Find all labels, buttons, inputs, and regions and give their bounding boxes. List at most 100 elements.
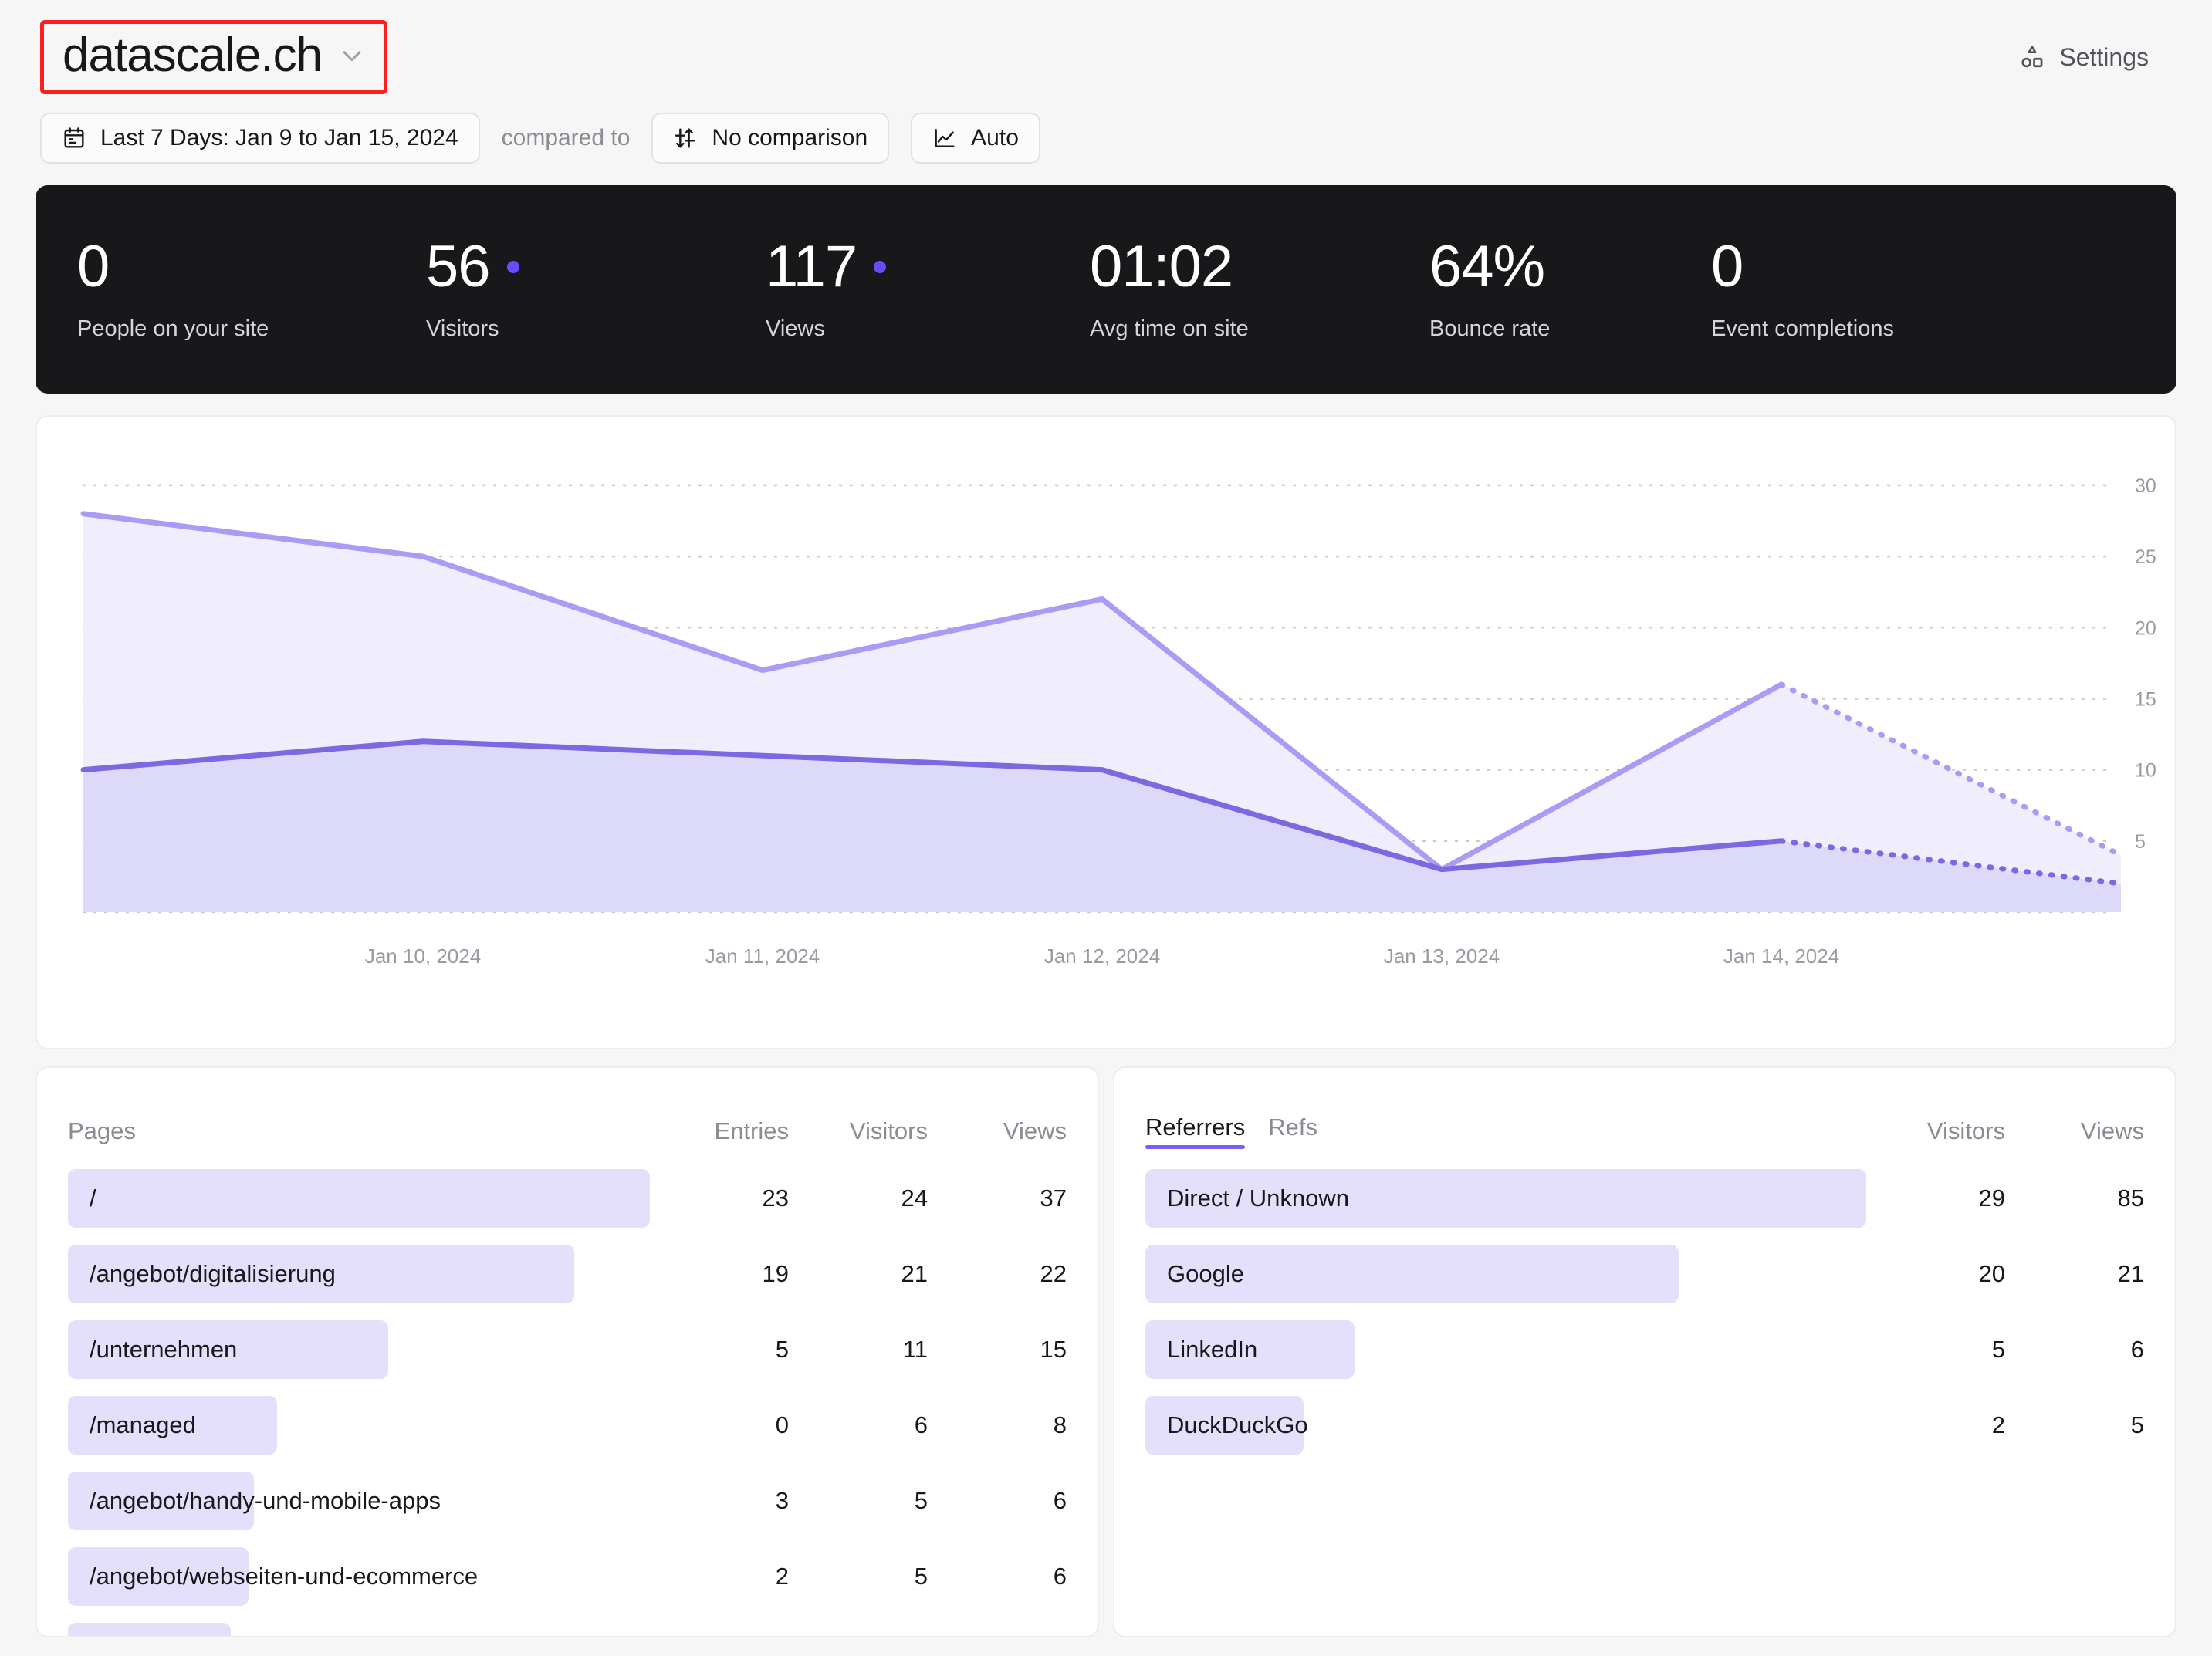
live-dot-icon xyxy=(874,260,887,273)
svg-text:Jan 12, 2024: Jan 12, 2024 xyxy=(1044,945,1160,968)
referrers-panel-header: Referrers Refs Visitors Views xyxy=(1145,1102,2144,1161)
page-label[interactable]: /unternehmen xyxy=(68,1336,237,1364)
referrer-label[interactable]: Google xyxy=(1145,1260,1244,1288)
column-header-visitors[interactable]: Visitors xyxy=(1866,1117,2005,1145)
stat-people-on-site: 0 People on your site xyxy=(77,233,426,342)
cell-views: 6 xyxy=(1053,1563,1067,1590)
cell-visitors: 20 xyxy=(1978,1260,2005,1287)
cell-views: 22 xyxy=(1040,1260,1067,1287)
cell-views: 21 xyxy=(2117,1260,2144,1287)
page-label[interactable]: /angebot/digitalisierung xyxy=(68,1260,336,1288)
stat-value: 56 xyxy=(426,233,491,299)
column-header-entries[interactable]: Entries xyxy=(650,1117,789,1145)
table-row[interactable]: Google 20 21 xyxy=(1145,1236,2144,1312)
svg-text:Jan 14, 2024: Jan 14, 2024 xyxy=(1723,945,1839,968)
page-label[interactable]: /angebot/webseiten-und-ecommerce xyxy=(68,1563,478,1590)
referrers-list: Direct / Unknown 29 85 Google 20 21 LinkedIn 5 6… xyxy=(1145,1161,2144,1463)
stat-value: 64% xyxy=(1429,233,1545,299)
site-name: datascale.ch xyxy=(63,29,323,82)
cell-visitors: 11 xyxy=(902,1336,928,1363)
column-header-views[interactable]: Views xyxy=(928,1117,1067,1145)
stat-event-completions: 0 Event completions xyxy=(1711,233,1894,342)
page-label[interactable]: / xyxy=(68,1185,96,1212)
page-label[interactable]: /angebot/handy-und-mobile-apps xyxy=(68,1487,441,1515)
page-label-cell: /angebot/webseiten-und-ecommerce xyxy=(68,1547,650,1606)
table-row[interactable]: Direct / Unknown 29 85 xyxy=(1145,1161,2144,1236)
cell-visitors: 21 xyxy=(901,1260,928,1287)
stat-label: Avg time on site xyxy=(1090,316,1249,341)
stat-label: Visitors xyxy=(426,316,499,341)
referrer-label[interactable]: DuckDuckGo xyxy=(1145,1411,1308,1439)
stat-value: 0 xyxy=(1711,233,1744,299)
page-label-cell: /angebot/handy-und-mobile-apps xyxy=(68,1472,650,1530)
stat-label: Bounce rate xyxy=(1429,316,1551,341)
column-header-views[interactable]: Views xyxy=(2005,1117,2144,1145)
table-row[interactable]: /angebot/handy-und-mobile-apps 3 5 6 xyxy=(68,1463,1067,1539)
svg-text:Jan 13, 2024: Jan 13, 2024 xyxy=(1384,945,1500,968)
page-label[interactable]: /managed xyxy=(68,1411,196,1439)
table-row[interactable]: /angebot/digitalisierung 19 21 22 xyxy=(68,1236,1067,1312)
settings-button[interactable]: Settings xyxy=(2008,35,2158,79)
site-selector[interactable]: datascale.ch xyxy=(40,20,388,94)
traffic-chart-svg: 30 25 20 15 10 5 Jan 10, 2024 Jan 11, 2024 Jan 1… xyxy=(80,475,2156,968)
cell-entries: 19 xyxy=(762,1260,789,1287)
svg-text:20: 20 xyxy=(2135,617,2156,639)
cell-views: 6 xyxy=(2130,1336,2144,1363)
page-label-cell: /managed xyxy=(68,1396,650,1455)
cell-visitors: 6 xyxy=(914,1411,928,1438)
bottom-panels: Pages Entries Visitors Views /23 24 37/ang… xyxy=(36,1066,2176,1637)
cell-entries: 2 xyxy=(775,1563,789,1590)
table-row[interactable]: /unternehmen 5 11 15 xyxy=(68,1312,1067,1387)
svg-text:15: 15 xyxy=(2135,688,2156,710)
column-header-visitors[interactable]: Visitors xyxy=(789,1117,928,1145)
tab-refs[interactable]: Refs xyxy=(1268,1114,1317,1149)
stat-value: 117 xyxy=(766,233,857,299)
table-row[interactable]: /kontakt144 xyxy=(68,1614,1067,1636)
row-bar xyxy=(68,1623,232,1636)
pages-panel-header: Pages Entries Visitors Views xyxy=(68,1102,1067,1161)
comparison-button[interactable]: No comparison xyxy=(651,113,890,164)
svg-text:30: 30 xyxy=(2135,475,2156,497)
cell-entries: 3 xyxy=(775,1487,789,1514)
cell-views: 37 xyxy=(1040,1185,1067,1212)
top-bar: datascale.ch Settings xyxy=(0,0,2212,114)
cell-visitors: 5 xyxy=(914,1563,928,1590)
page-label-cell: /kontakt xyxy=(68,1623,650,1636)
referrer-label-cell: LinkedIn xyxy=(1145,1320,1866,1379)
interval-button[interactable]: Auto xyxy=(911,113,1040,164)
svg-text:Jan 10, 2024: Jan 10, 2024 xyxy=(365,945,481,968)
page-label-cell: / xyxy=(68,1169,650,1228)
chevron-down-icon[interactable] xyxy=(339,42,365,69)
pages-panel: Pages Entries Visitors Views /23 24 37/ang… xyxy=(36,1066,1099,1637)
referrer-label-cell: DuckDuckGo xyxy=(1145,1396,1866,1455)
table-row[interactable]: /angebot/webseiten-und-ecommerce 2 5 6 xyxy=(68,1539,1067,1614)
svg-text:10: 10 xyxy=(2135,760,2156,782)
table-row[interactable]: /managed 0 6 8 xyxy=(68,1387,1067,1463)
stat-avg-time-on-site: 01:02 Avg time on site xyxy=(1090,233,1429,342)
cell-visitors: 2 xyxy=(1991,1411,2005,1438)
stat-visitors: 56 Visitors xyxy=(426,233,766,342)
svg-text:25: 25 xyxy=(2135,546,2156,568)
row-bar xyxy=(68,1169,650,1228)
stats-strip: 0 People on your site 56 Visitors 117 Vi… xyxy=(36,185,2176,394)
date-range-button[interactable]: Last 7 Days: Jan 9 to Jan 15, 2024 xyxy=(40,113,480,164)
date-range-label: Last 7 Days: Jan 9 to Jan 15, 2024 xyxy=(100,125,458,150)
stat-views: 117 Views xyxy=(766,233,1090,342)
stat-value: 0 xyxy=(77,233,110,299)
cell-entries: 0 xyxy=(775,1411,789,1438)
calendar-icon xyxy=(62,126,86,150)
page-label-cell: /angebot/digitalisierung xyxy=(68,1245,650,1303)
svg-text:5: 5 xyxy=(2135,831,2146,853)
live-dot-icon xyxy=(506,260,519,273)
tab-referrers[interactable]: Referrers xyxy=(1145,1114,1246,1149)
interval-label: Auto xyxy=(971,125,1019,150)
referrer-label[interactable]: LinkedIn xyxy=(1145,1336,1257,1364)
stat-value: 01:02 xyxy=(1090,233,1233,299)
table-row[interactable]: DuckDuckGo 2 5 xyxy=(1145,1387,2144,1463)
cell-views: 15 xyxy=(1040,1336,1067,1363)
table-row[interactable]: LinkedIn 5 6 xyxy=(1145,1312,2144,1387)
traffic-chart[interactable]: 30 25 20 15 10 5 Jan 10, 2024 Jan 11, 2024 Jan 1… xyxy=(37,417,2175,1048)
stat-label: Views xyxy=(766,316,825,341)
table-row[interactable]: / 23 24 37 xyxy=(68,1161,1067,1236)
referrer-label[interactable]: Direct / Unknown xyxy=(1145,1185,1349,1212)
